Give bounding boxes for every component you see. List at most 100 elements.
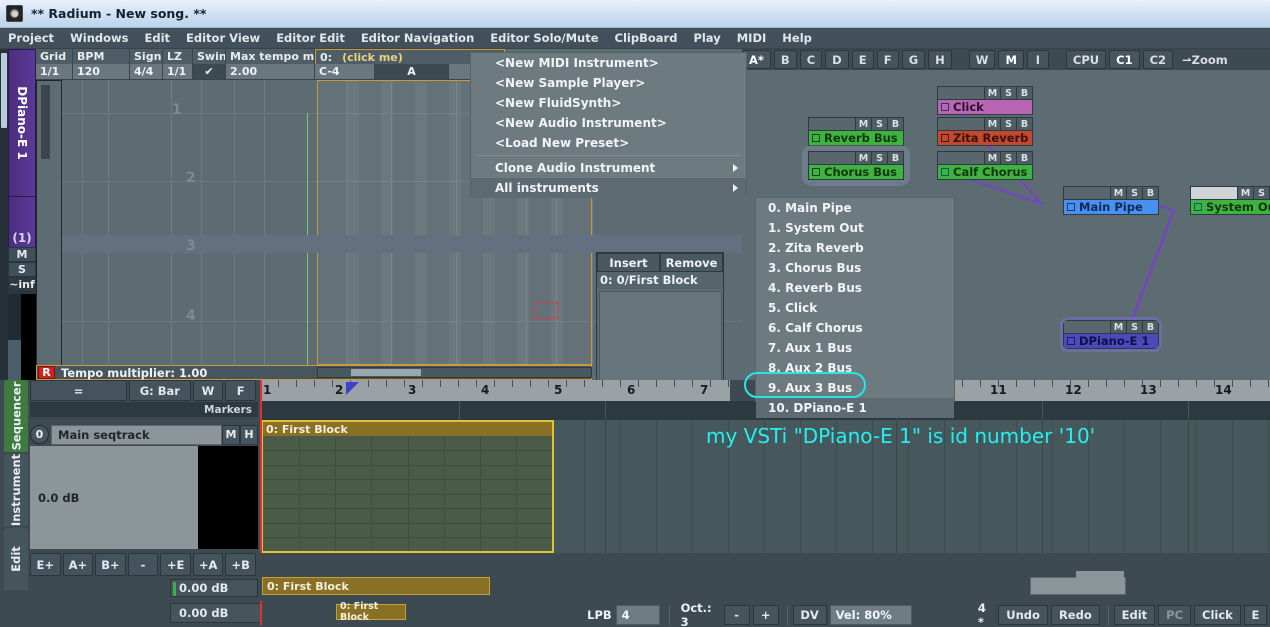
submenu-item-1-system-out[interactable]: 1. System Out (756, 218, 954, 238)
mixer-button-b[interactable]: B (1016, 87, 1032, 99)
undo-button[interactable]: Undo (998, 605, 1048, 625)
menu-windows[interactable]: Windows (62, 30, 136, 46)
toolbar-button-cpu[interactable]: CPU (1066, 50, 1106, 69)
mixer-button-s[interactable]: S (1126, 187, 1142, 199)
checkbox-icon[interactable] (1067, 337, 1075, 345)
mixer-object-namebar[interactable]: Zita Reverb (937, 130, 1033, 146)
dv-button[interactable]: DV (793, 605, 827, 625)
checkbox-icon[interactable] (941, 134, 949, 142)
mixer-object-main-pipe[interactable]: MSBMain Pipe (1063, 186, 1159, 215)
mixer-button-m[interactable]: M (855, 118, 871, 130)
checkbox-icon[interactable] (812, 134, 820, 142)
mixer-volume-slider[interactable] (1064, 187, 1110, 199)
mixer-volume-slider[interactable] (938, 87, 984, 99)
mixer-button-b[interactable]: B (887, 152, 903, 164)
record-badge[interactable]: R (38, 366, 55, 379)
seq-button-w[interactable]: W (193, 380, 224, 401)
seqtrack-number[interactable]: 0 (30, 425, 49, 444)
status-db-readout[interactable]: 0.00 dB (170, 603, 262, 623)
checkbox-icon[interactable] (941, 103, 949, 111)
seq-button-plus-a[interactable]: +A (193, 553, 224, 576)
mixer-button-s[interactable]: S (1126, 321, 1142, 333)
value-swing-checkmark[interactable]: ✔ (193, 64, 226, 80)
mixer-button-m[interactable]: M (984, 152, 1000, 164)
loop-marker-icon[interactable] (346, 382, 359, 395)
value-note-letter[interactable]: A (375, 64, 449, 80)
toolbar-button-f[interactable]: F (877, 50, 899, 69)
octave-increase-button[interactable]: + (753, 605, 779, 625)
last-button[interactable]: E (1244, 605, 1267, 625)
mixer-button-m[interactable]: M (1110, 321, 1126, 333)
mixer-button-s[interactable]: S (1253, 187, 1269, 199)
toolbar-button-m[interactable]: M (998, 50, 1023, 69)
mixer-object-namebar[interactable]: DPiano-E 1 (1063, 333, 1159, 349)
mixer-volume-slider[interactable] (1191, 187, 1237, 199)
instrument-mute-button[interactable]: M (8, 247, 36, 262)
block-list-selected-item[interactable]: 0: 0/First Block (597, 272, 723, 289)
submenu-item-10-dpiano-e-1[interactable]: 10. DPiano-E 1 (756, 398, 954, 418)
menu-midi[interactable]: MIDI (729, 30, 775, 46)
seq-button-a-plus[interactable]: A+ (63, 553, 94, 576)
octave-decrease-button[interactable]: - (724, 605, 750, 625)
scrollbar-thumb[interactable] (1, 53, 7, 128)
seq-button-minus[interactable]: - (128, 553, 159, 576)
seq-button-grid-bar[interactable]: G: Bar (129, 380, 190, 401)
menu-editor-edit[interactable]: Editor Edit (268, 30, 353, 46)
mixer-object-calf-chorus[interactable]: MSBCalf Chorus (937, 151, 1033, 180)
edit-button[interactable]: Edit (1114, 605, 1156, 625)
menu-project[interactable]: Project (0, 30, 62, 46)
checkbox-icon[interactable] (941, 168, 949, 176)
velocity-value[interactable]: Vel: 80% (830, 605, 912, 625)
pc-button[interactable]: PC (1158, 605, 1191, 625)
note-cursor-box[interactable] (534, 302, 558, 319)
submenu-item-6-calf-chorus[interactable]: 6. Calf Chorus (756, 318, 954, 338)
submenu-item-3-chorus-bus[interactable]: 3. Chorus Bus (756, 258, 954, 278)
mixer-object-namebar[interactable]: Click (937, 99, 1033, 115)
mixer-button-m[interactable]: M (984, 118, 1000, 130)
mixer-button-b[interactable]: B (1016, 152, 1032, 164)
menu-editor-view[interactable]: Editor View (178, 30, 268, 46)
instrument-context-menu[interactable]: <New MIDI Instrument> <New Sample Player… (470, 52, 747, 197)
menu-clipboard[interactable]: ClipBoard (607, 30, 686, 46)
sequencer-right-white-box[interactable] (1076, 571, 1124, 593)
menu-help[interactable]: Help (774, 30, 820, 46)
seq-button-plus-b[interactable]: +B (225, 553, 256, 576)
instrument-name-vertical[interactable]: DPiano-E 1 (8, 49, 36, 197)
redo-button[interactable]: Redo (1051, 605, 1100, 625)
mixer-object-zita-reverb[interactable]: MSBZita Reverb (937, 117, 1033, 146)
mixer-button-b[interactable]: B (887, 118, 903, 130)
toolbar-button-b[interactable]: B (774, 50, 797, 69)
mixer-button-s[interactable]: S (1000, 118, 1016, 130)
mixer-object-namebar[interactable]: Main Pipe (1063, 199, 1159, 215)
toolbar-button-h[interactable]: H (928, 50, 952, 69)
menu-editor-solo-mute[interactable]: Editor Solo/Mute (482, 30, 606, 46)
mixer-object-namebar[interactable]: Chorus Bus (808, 164, 904, 180)
toolbar-button-c2[interactable]: C2 (1143, 50, 1173, 69)
mixer-button-m[interactable]: M (1110, 187, 1126, 199)
seq-button-f[interactable]: F (225, 380, 256, 401)
toolbar-zoom-button[interactable]: ⇀Zoom (1176, 50, 1234, 69)
instrument-solo-button[interactable]: S (8, 262, 36, 277)
click-button[interactable]: Click (1194, 605, 1241, 625)
mixer-button-m[interactable]: M (984, 87, 1000, 99)
seq-button-plus-e[interactable]: +E (160, 553, 191, 576)
mixer-object-click[interactable]: MSBClick (937, 86, 1033, 115)
toolbar-button-e[interactable]: E (852, 50, 874, 69)
lpb-value[interactable]: 4 (616, 605, 660, 625)
instrument-strip-scrollbar[interactable] (0, 49, 8, 380)
submenu-item-2-zita-reverb[interactable]: 2. Zita Reverb (756, 238, 954, 258)
sequencer-volume-readout[interactable]: 0.00 dB (170, 579, 258, 597)
mixer-button-s[interactable]: S (871, 152, 887, 164)
toolbar-button-g[interactable]: G (902, 50, 925, 69)
mixer-object-namebar[interactable]: System Out (1190, 199, 1270, 215)
mixer-volume-slider[interactable] (809, 118, 855, 130)
seq-button-e-plus[interactable]: E+ (30, 553, 61, 576)
mixer-volume-slider[interactable] (938, 118, 984, 130)
menu-item-new-sample-player[interactable]: <New Sample Player> (471, 73, 746, 93)
mixer-button-b[interactable]: B (1142, 321, 1158, 333)
menu-item-clone-audio-instrument[interactable]: Clone Audio Instrument (471, 158, 746, 178)
mixer-object-namebar[interactable]: Reverb Bus (808, 130, 904, 146)
editor-horizontal-scrollbar[interactable] (317, 367, 592, 378)
menu-edit[interactable]: Edit (136, 30, 178, 46)
menu-editor-navigation[interactable]: Editor Navigation (353, 30, 482, 46)
